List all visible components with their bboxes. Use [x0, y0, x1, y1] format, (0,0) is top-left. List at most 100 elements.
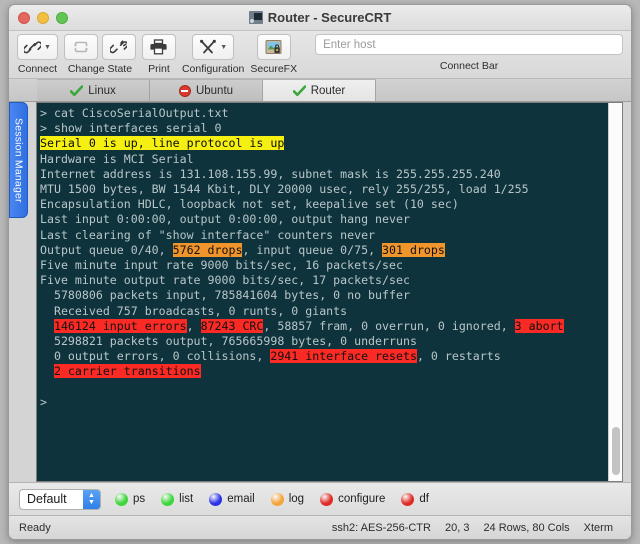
terminal-line: 2 carrier transitions	[40, 364, 608, 379]
securefx-label: SecureFX	[250, 63, 298, 75]
status-led-icon	[161, 492, 175, 506]
session-button-label: configure	[338, 493, 386, 505]
window-title: Router - SecureCRT	[267, 10, 392, 25]
tab-label: Ubuntu	[195, 84, 234, 97]
change-state-label: Change State	[67, 63, 133, 75]
terminal-text: MTU 1500 bytes, BW 1544 Kbit, DLY 20000 …	[40, 182, 529, 197]
terminal-scrollbar[interactable]	[608, 103, 622, 481]
terminal-line: 5298821 packets output, 765665998 bytes,…	[40, 334, 608, 349]
session-button-ps[interactable]: ps	[115, 492, 146, 506]
session-button-list[interactable]: list	[161, 492, 194, 506]
session-button-configure[interactable]: configure	[320, 492, 386, 506]
main-body: Session Manager > cat CiscoSerialOutput.…	[9, 102, 631, 482]
close-button[interactable]	[18, 11, 30, 24]
toolbar-item-connect: ▼ Connect	[17, 34, 58, 75]
terminal-line: >	[40, 395, 608, 410]
toolbar-item-configuration: ▼ Configuration	[182, 34, 244, 75]
terminal-line: Five minute output rate 9000 bits/sec, 1…	[40, 273, 608, 288]
terminal-text: 5298821 packets output, 765665998 bytes,…	[40, 334, 417, 349]
terminal-pane: > cat CiscoSerialOutput.txt > show interf…	[36, 102, 623, 482]
terminal-line: 0 output errors, 0 collisions, 2941 inte…	[40, 349, 608, 364]
tab-ubuntu[interactable]: Ubuntu	[150, 79, 263, 101]
terminal-line: > show interfaces serial 0	[40, 121, 608, 136]
session-button-label: ps	[133, 493, 146, 505]
window-controls	[9, 11, 68, 24]
configuration-button[interactable]: ▼	[192, 34, 235, 60]
connect-button[interactable]: ▼	[17, 34, 58, 60]
terminal-text: 0 output errors, 0 collisions,	[40, 349, 271, 364]
terminal-line: Received 757 broadcasts, 0 runts, 0 gian…	[40, 304, 608, 319]
terminal-line: > cat CiscoSerialOutput.txt	[40, 106, 608, 121]
status-protocol: ssh2: AES-256-CTR	[331, 521, 431, 534]
terminal-output[interactable]: > cat CiscoSerialOutput.txt > show interf…	[37, 103, 608, 481]
toolbar-item-securefx: SecureFX	[250, 34, 297, 75]
terminal-text: Five minute input rate 9000 bits/sec, 16…	[40, 258, 403, 273]
tools-icon	[200, 39, 217, 54]
session-button-df[interactable]: df	[401, 492, 429, 506]
disconnect-button[interactable]	[101, 34, 136, 60]
session-button-email[interactable]: email	[209, 492, 255, 506]
reconnect-button[interactable]	[63, 34, 98, 60]
terminal-highlight: 2 carrier transitions	[53, 364, 201, 379]
chevron-down-icon: ▼	[220, 43, 228, 51]
terminal-line: Five minute input rate 9000 bits/sec, 16…	[40, 258, 608, 273]
stepper-arrows-icon[interactable]: ▲ ▼	[83, 489, 100, 509]
status-led-icon	[320, 492, 334, 506]
print-button[interactable]	[141, 34, 176, 60]
host-input[interactable]: Enter host	[315, 34, 623, 55]
minimize-button[interactable]	[37, 11, 49, 24]
terminal-highlight: 3 abort	[514, 318, 564, 333]
connect-bar: Enter host Connect Bar	[303, 34, 623, 72]
terminal-text: > show interfaces serial 0	[40, 121, 222, 136]
terminal-highlight: 87243 CRC	[200, 318, 264, 333]
terminal-highlight: 2941 interface resets	[270, 349, 417, 364]
red-stop-icon	[178, 84, 191, 97]
scrollbar-thumb[interactable]	[612, 427, 620, 475]
tab-router[interactable]: Router	[263, 79, 376, 101]
terminal-line: Last clearing of "show interface" counte…	[40, 228, 608, 243]
status-led-icon	[401, 492, 415, 506]
session-button-label: list	[179, 493, 194, 505]
repeat-icon	[73, 41, 88, 53]
terminal-text: 5780806 packets input, 785841604 bytes, …	[40, 288, 410, 303]
tab-label: Router	[310, 84, 346, 97]
print-label: Print	[148, 63, 170, 75]
session-button-log[interactable]: log	[270, 492, 305, 506]
terminal-line: Last input 0:00:00, output 0:00:00, outp…	[40, 212, 608, 227]
terminal-text: Five minute output rate 9000 bits/sec, 1…	[40, 273, 410, 288]
status-led-icon	[115, 492, 128, 506]
session-button-label: log	[288, 493, 305, 505]
tab-label: Linux	[88, 84, 116, 97]
configuration-label: Configuration	[181, 63, 245, 75]
title-bar: Router - SecureCRT	[9, 5, 631, 31]
status-emulation: Xterm	[583, 521, 613, 534]
terminal-highlight: 5762 drops	[172, 242, 243, 257]
terminal-text: Last input 0:00:00, output 0:00:00, outp…	[40, 212, 410, 227]
toolbar-item-print: Print	[141, 34, 176, 75]
terminal-line: Encapsulation HDLC, loopback not set, ke…	[40, 197, 608, 212]
maximize-button[interactable]	[56, 11, 68, 24]
session-select[interactable]: Default ▲ ▼	[19, 488, 101, 510]
toolbar-item-change-state: Change State	[63, 34, 136, 75]
terminal-text: Encapsulation HDLC, loopback not set, ke…	[40, 197, 459, 212]
session-select-value: Default	[27, 492, 67, 506]
tab-strip: Linux Ubuntu Router	[9, 79, 631, 102]
green-check-icon	[292, 84, 306, 96]
connect-label: Connect	[17, 63, 58, 75]
terminal-line: 146124 input errors, 87243 CRC, 58857 fr…	[40, 318, 608, 334]
tab-linux[interactable]: Linux	[37, 79, 150, 101]
terminal-line: MTU 1500 bytes, BW 1544 Kbit, DLY 20000 …	[40, 182, 608, 197]
terminal-text: ,	[186, 318, 201, 333]
chevron-down-icon: ▼	[44, 43, 51, 51]
securefx-button[interactable]	[256, 34, 291, 60]
terminal-text: Received 757 broadcasts, 0 runts, 0 gian…	[40, 303, 348, 318]
terminal-line: Internet address is 131.108.155.99, subn…	[40, 167, 608, 182]
button-bar: Default ▲ ▼ ps list email log configure df	[9, 482, 631, 515]
session-button-label: df	[419, 493, 429, 505]
session-manager-label: Session Manager	[12, 117, 25, 203]
terminal-text: Hardware is MCI Serial	[40, 151, 194, 166]
terminal-line: Serial 0 is up, line protocol is up	[40, 136, 608, 151]
session-manager-tab[interactable]: Session Manager	[9, 102, 28, 218]
